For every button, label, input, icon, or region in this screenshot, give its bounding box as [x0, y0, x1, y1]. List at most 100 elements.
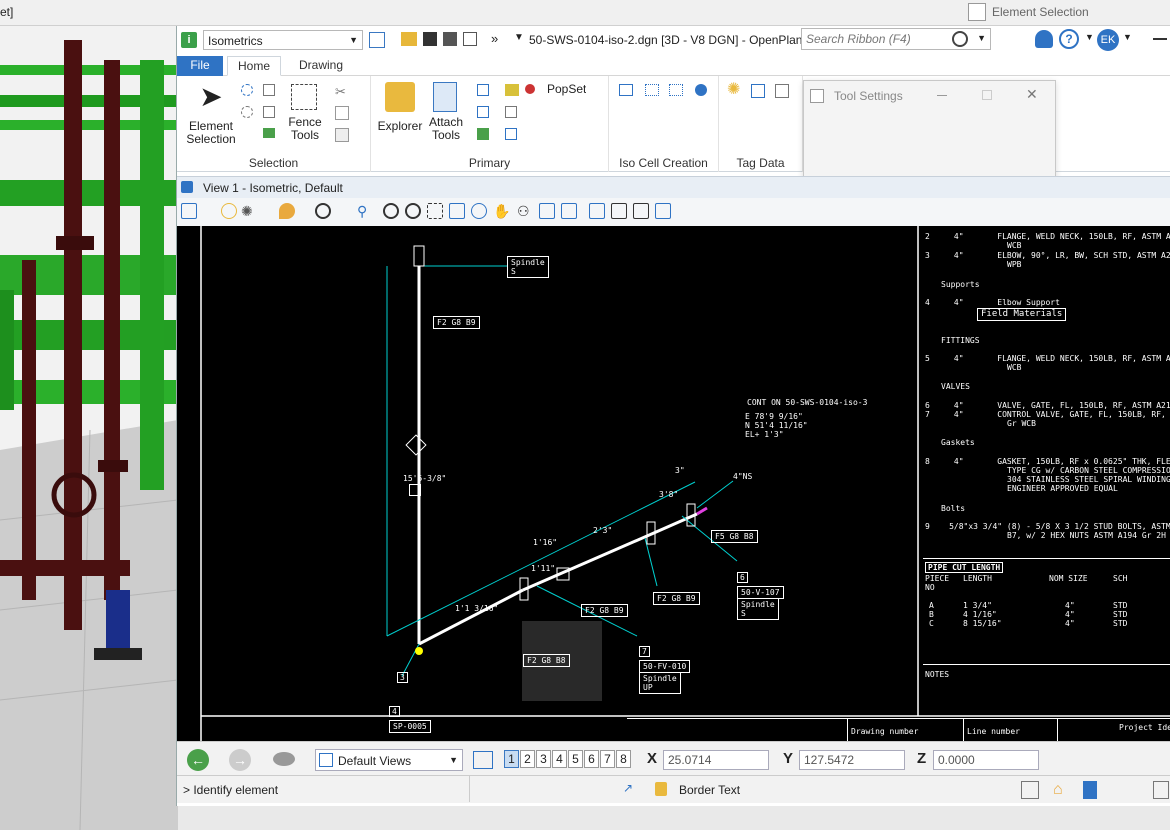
search-icon[interactable]: [952, 31, 968, 47]
view-page-6[interactable]: 6: [584, 750, 599, 768]
help-icon[interactable]: ?: [1059, 29, 1079, 49]
select-icon[interactable]: [241, 84, 253, 96]
levels-icon[interactable]: [505, 84, 519, 96]
chevron-down-icon[interactable]: ▼: [1085, 32, 1094, 42]
element-selection-button[interactable]: Element Selection: [181, 120, 241, 146]
walk-icon[interactable]: ⚇: [517, 203, 533, 219]
undo-icon[interactable]: [463, 32, 477, 46]
save-as-icon[interactable]: [443, 32, 457, 46]
pan-hand-icon[interactable]: ✋: [493, 203, 510, 219]
view-page-3[interactable]: 3: [536, 750, 551, 768]
clip-volume-icon[interactable]: [611, 203, 627, 219]
fit-view-icon[interactable]: [449, 203, 465, 219]
back-icon[interactable]: ←: [187, 749, 209, 771]
model-icon[interactable]: [477, 84, 489, 96]
view-rotation-icon[interactable]: [589, 203, 605, 219]
group-icon[interactable]: [263, 128, 275, 138]
lock-icon[interactable]: [655, 782, 667, 796]
references-icon[interactable]: [505, 106, 517, 118]
default-views-dropdown[interactable]: Default Views ▼: [315, 749, 463, 771]
open-folder-icon[interactable]: [401, 32, 417, 46]
view-page-5[interactable]: 5: [568, 750, 583, 768]
view-page-1[interactable]: 1: [504, 750, 519, 768]
overflow-icon[interactable]: »: [491, 31, 498, 46]
workspace-icon[interactable]: [505, 128, 517, 140]
tasks-icon[interactable]: [477, 128, 489, 140]
popset-button[interactable]: PopSet: [547, 82, 586, 96]
tag-data-icon[interactable]: [775, 84, 789, 98]
view-page-8[interactable]: 8: [616, 750, 631, 768]
select-all-icon[interactable]: [241, 106, 253, 118]
user-avatar[interactable]: EK: [1097, 29, 1119, 51]
model-sheet-icon[interactable]: [1083, 781, 1097, 799]
close-icon[interactable]: ✕: [1026, 86, 1038, 103]
view-groups-icon[interactable]: [473, 751, 493, 769]
display-icon[interactable]: [525, 84, 535, 94]
save-icon[interactable]: [423, 32, 437, 46]
brush-icon[interactable]: ⚲: [357, 203, 373, 219]
workflow-dropdown[interactable]: Isometrics ▼: [203, 30, 363, 50]
panel-icon[interactable]: [1153, 781, 1169, 799]
cut-row-piece: A: [929, 601, 934, 610]
iso-connect-icon[interactable]: [669, 84, 683, 96]
active-level[interactable]: Border Text: [679, 783, 740, 797]
scissors-icon[interactable]: ✂: [335, 84, 349, 99]
properties-icon[interactable]: [477, 106, 489, 118]
tab-file[interactable]: File: [177, 56, 223, 76]
gear-icon[interactable]: ✺: [727, 82, 743, 98]
message-center-icon[interactable]: [1021, 781, 1039, 799]
saved-views-icon[interactable]: [273, 752, 295, 766]
minimize-icon[interactable]: [1153, 38, 1167, 40]
view-page-4[interactable]: 4: [552, 750, 567, 768]
unlock-icon[interactable]: [263, 106, 275, 118]
rotate-view-icon[interactable]: [471, 203, 487, 219]
zoom-out-icon[interactable]: [405, 203, 421, 219]
x-coordinate-field[interactable]: [663, 750, 769, 770]
view-page-2[interactable]: 2: [520, 750, 535, 768]
drawing-canvas[interactable]: 15'5-3/8" Spindle S F2 G8 B9 CONT ON 50-…: [177, 226, 1170, 741]
search-ribbon-field[interactable]: Search Ribbon (F4) ▼: [801, 28, 991, 50]
attach-tools-button[interactable]: Attach Tools: [423, 116, 469, 142]
notification-bell-icon[interactable]: [1035, 30, 1053, 48]
next-view-icon[interactable]: [561, 203, 577, 219]
coord-n-label: N 51'4 11/16": [745, 421, 808, 430]
view-page-7[interactable]: 7: [600, 750, 615, 768]
explorer-button[interactable]: Explorer: [373, 120, 427, 133]
caret-icon[interactable]: ▼: [514, 32, 524, 43]
chevron-down-icon[interactable]: ▼: [1123, 32, 1132, 42]
iso-node-icon[interactable]: [645, 84, 659, 96]
zoom-in-icon[interactable]: [383, 203, 399, 219]
tab-drawing[interactable]: Drawing: [289, 56, 353, 76]
fence-tools-button[interactable]: Fence Tools: [283, 116, 327, 142]
view-attributes-icon[interactable]: [181, 203, 197, 219]
tab-home[interactable]: Home: [227, 56, 282, 76]
iso-point-icon[interactable]: [695, 84, 707, 96]
z-coordinate-field[interactable]: [933, 750, 1039, 770]
window-area-icon[interactable]: [427, 203, 443, 219]
tag-icon[interactable]: [751, 84, 765, 98]
clear-clip-icon[interactable]: [655, 203, 671, 219]
quick-access-icon[interactable]: [369, 32, 385, 48]
snap-icon[interactable]: ↗: [623, 781, 637, 797]
copy-icon[interactable]: [335, 106, 349, 120]
globe-icon[interactable]: [315, 203, 331, 219]
lighting-icon[interactable]: ✺: [241, 203, 257, 219]
explorer-icon[interactable]: [385, 82, 415, 112]
location-icon[interactable]: [279, 203, 295, 219]
previous-view-icon[interactable]: [539, 203, 555, 219]
chevron-down-icon[interactable]: ▼: [977, 33, 986, 43]
clip-mask-icon[interactable]: [633, 203, 649, 219]
home-icon[interactable]: ⌂: [1053, 781, 1071, 799]
pointer-arrow-icon[interactable]: ➤: [199, 82, 223, 112]
display-style-icon[interactable]: [221, 203, 237, 219]
fence-icon[interactable]: [291, 84, 317, 110]
maximize-icon[interactable]: [982, 90, 992, 100]
y-coordinate-field[interactable]: [799, 750, 905, 770]
paste-icon[interactable]: [335, 128, 349, 142]
cut-header-piece: PIECE NO: [925, 574, 950, 592]
iso-cell-icon[interactable]: [619, 84, 633, 96]
minimize-icon[interactable]: [937, 95, 947, 96]
lock-icon[interactable]: [263, 84, 275, 96]
attach-icon[interactable]: [433, 82, 457, 112]
forward-icon[interactable]: →: [229, 749, 251, 771]
